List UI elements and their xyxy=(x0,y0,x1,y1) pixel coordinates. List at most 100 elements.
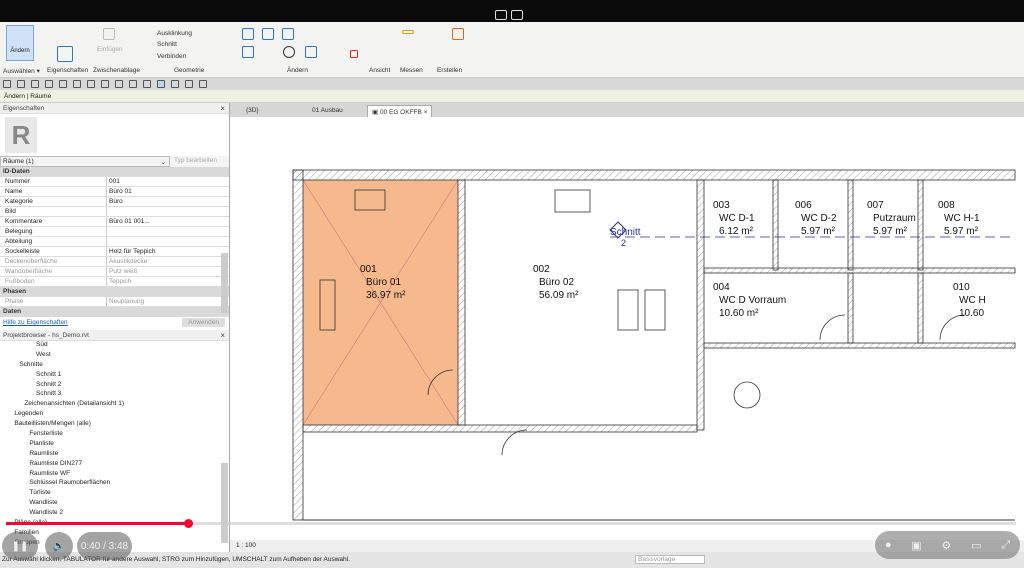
room-num[interactable]: 001 xyxy=(360,264,377,275)
room-num[interactable]: 004 xyxy=(713,282,730,293)
browser-item[interactable]: Süd xyxy=(0,341,229,351)
save-icon[interactable] xyxy=(17,80,25,88)
room-name[interactable]: WC D-2 xyxy=(801,213,837,224)
room-name[interactable]: WC D Vorraum xyxy=(719,295,786,306)
cut-button[interactable]: Schnitt xyxy=(157,41,177,48)
property-row[interactable]: Bild xyxy=(0,207,229,217)
group-phases[interactable]: Phasen xyxy=(0,287,229,297)
room-area[interactable]: 6.12 m² xyxy=(719,226,754,237)
prop-value[interactable]: Holz für Teppich xyxy=(107,247,229,256)
property-row[interactable]: Abteilung xyxy=(0,237,229,247)
browser-item[interactable]: Raumliste DIN277 xyxy=(0,460,229,470)
miniplayer-icon[interactable] xyxy=(511,10,523,20)
create-icon[interactable] xyxy=(452,28,464,40)
property-row[interactable]: Fußboden Teppich xyxy=(0,277,229,287)
room-area[interactable]: 5.97 m² xyxy=(801,226,836,237)
pip-icon[interactable] xyxy=(495,10,507,20)
text-icon[interactable] xyxy=(115,80,123,88)
browser-item[interactable]: Schnitt 2 xyxy=(0,381,229,391)
room-area[interactable]: 10.60 xyxy=(959,308,984,319)
theater-icon[interactable]: ▭ xyxy=(971,539,981,552)
progress-handle[interactable] xyxy=(183,519,193,528)
paste-button[interactable]: Einfügen xyxy=(97,46,123,53)
delete-icon[interactable] xyxy=(350,50,358,58)
video-progress-bar[interactable] xyxy=(6,519,1016,528)
room-area[interactable]: 10.60 m² xyxy=(719,308,759,319)
room-area[interactable]: 5.97 m² xyxy=(944,226,979,237)
browser-item[interactable]: Planliste xyxy=(0,440,229,450)
room-name[interactable]: WC D-1 xyxy=(719,213,755,224)
prop-value[interactable]: Büro xyxy=(107,197,229,206)
mirror-icon[interactable] xyxy=(282,28,294,40)
print-icon[interactable] xyxy=(73,80,81,88)
thin-lines-icon[interactable] xyxy=(157,80,165,88)
browser-item[interactable]: Türliste xyxy=(0,489,229,499)
room-name[interactable]: Büro 02 xyxy=(539,277,574,288)
settings-icon[interactable]: ⚙ xyxy=(941,539,951,552)
browser-item[interactable]: Schnitte xyxy=(0,361,229,371)
browser-item[interactable]: West xyxy=(0,351,229,361)
browser-item[interactable]: Wandliste xyxy=(0,499,229,509)
close-hidden-icon[interactable] xyxy=(171,80,179,88)
room-num[interactable]: 006 xyxy=(795,200,812,211)
prop-value[interactable]: Akustikdecke xyxy=(107,257,229,266)
room-num[interactable]: 008 xyxy=(938,200,955,211)
floor-plan[interactable]: 001 Büro 01 36.97 m² 002 Büro 02 56.09 m² 003 W… xyxy=(230,117,1024,540)
room-name[interactable]: Putzraum xyxy=(873,213,916,224)
room-num[interactable]: 010 xyxy=(953,282,970,293)
prop-value[interactable]: Büro 01 001... xyxy=(107,217,229,226)
property-row[interactable]: Name Büro 01 xyxy=(0,187,229,197)
browser-item[interactable]: Schnitt 1 xyxy=(0,371,229,381)
browser-item[interactable]: Wandliste 2 xyxy=(0,509,229,519)
property-row[interactable]: Belegung xyxy=(0,227,229,237)
browser-item[interactable]: Legenden xyxy=(0,410,229,420)
measure-icon[interactable] xyxy=(402,30,414,34)
offset-icon[interactable] xyxy=(262,28,274,40)
join-button[interactable]: Verbinden xyxy=(157,53,186,60)
tab-01-ausbau[interactable]: 01 Ausbau xyxy=(308,105,347,117)
prop-value[interactable] xyxy=(107,227,229,236)
browser-item[interactable]: Fensterliste xyxy=(0,430,229,440)
tab-3d[interactable]: {3D} xyxy=(242,105,263,117)
edit-type-button[interactable]: Typ bearbeiten xyxy=(170,156,221,167)
undo-icon[interactable] xyxy=(45,80,53,88)
close-icon[interactable]: × xyxy=(220,331,225,340)
scrollbar[interactable] xyxy=(221,253,228,313)
play-pause-button[interactable]: ❚❚ xyxy=(2,532,38,560)
close-tab-icon[interactable]: × xyxy=(424,109,428,116)
subtitles-icon[interactable]: ▣ xyxy=(911,539,921,552)
volume-button[interactable]: 🔈 xyxy=(45,532,73,560)
customize-icon[interactable] xyxy=(199,80,207,88)
room-area[interactable]: 36.97 m² xyxy=(366,290,406,301)
notch-button[interactable]: Ausklinkung xyxy=(157,30,192,37)
section-icon[interactable] xyxy=(143,80,151,88)
align-icon[interactable] xyxy=(242,28,254,40)
measure-qat-icon[interactable] xyxy=(87,80,95,88)
room-num[interactable]: 003 xyxy=(713,200,730,211)
workset-selector[interactable]: Basisvorlage xyxy=(635,555,705,564)
open-icon[interactable] xyxy=(3,80,11,88)
properties-icon[interactable] xyxy=(57,46,73,62)
browser-item[interactable]: Zeichenansichten (Detailansicht 1) xyxy=(0,400,229,410)
browser-item[interactable]: Raumliste WF xyxy=(0,470,229,480)
prop-value[interactable]: Büro 01 xyxy=(107,187,229,196)
fullscreen-icon[interactable]: ⤢ xyxy=(1001,539,1010,552)
browser-item[interactable]: Schnitt 3 xyxy=(0,390,229,400)
panel-select[interactable]: Auswählen ▾ xyxy=(3,67,40,75)
switch-windows-icon[interactable] xyxy=(185,80,193,88)
property-row[interactable]: Kategorie Büro xyxy=(0,197,229,207)
trim-icon[interactable] xyxy=(305,46,317,58)
help-link[interactable]: Hilfe zu Eigenschaften xyxy=(3,319,68,326)
prop-value[interactable]: Neuplanung xyxy=(107,297,229,306)
group-id-data[interactable]: ID-Daten xyxy=(0,167,229,177)
autoplay-toggle[interactable]: ● xyxy=(885,539,892,551)
prop-value[interactable]: Putz weiß xyxy=(107,267,229,276)
modify-button[interactable]: Ändern xyxy=(6,25,34,61)
prop-value[interactable]: 001 xyxy=(107,177,229,186)
room-name[interactable]: WC H-1 xyxy=(944,213,980,224)
tab-00-eg-okffb[interactable]: ▣ 00 EG OKFFB × xyxy=(367,105,433,117)
room-name[interactable]: WC H xyxy=(959,295,986,306)
dimension-icon[interactable] xyxy=(101,80,109,88)
scrollbar[interactable] xyxy=(221,463,228,543)
prop-value[interactable] xyxy=(107,237,229,246)
